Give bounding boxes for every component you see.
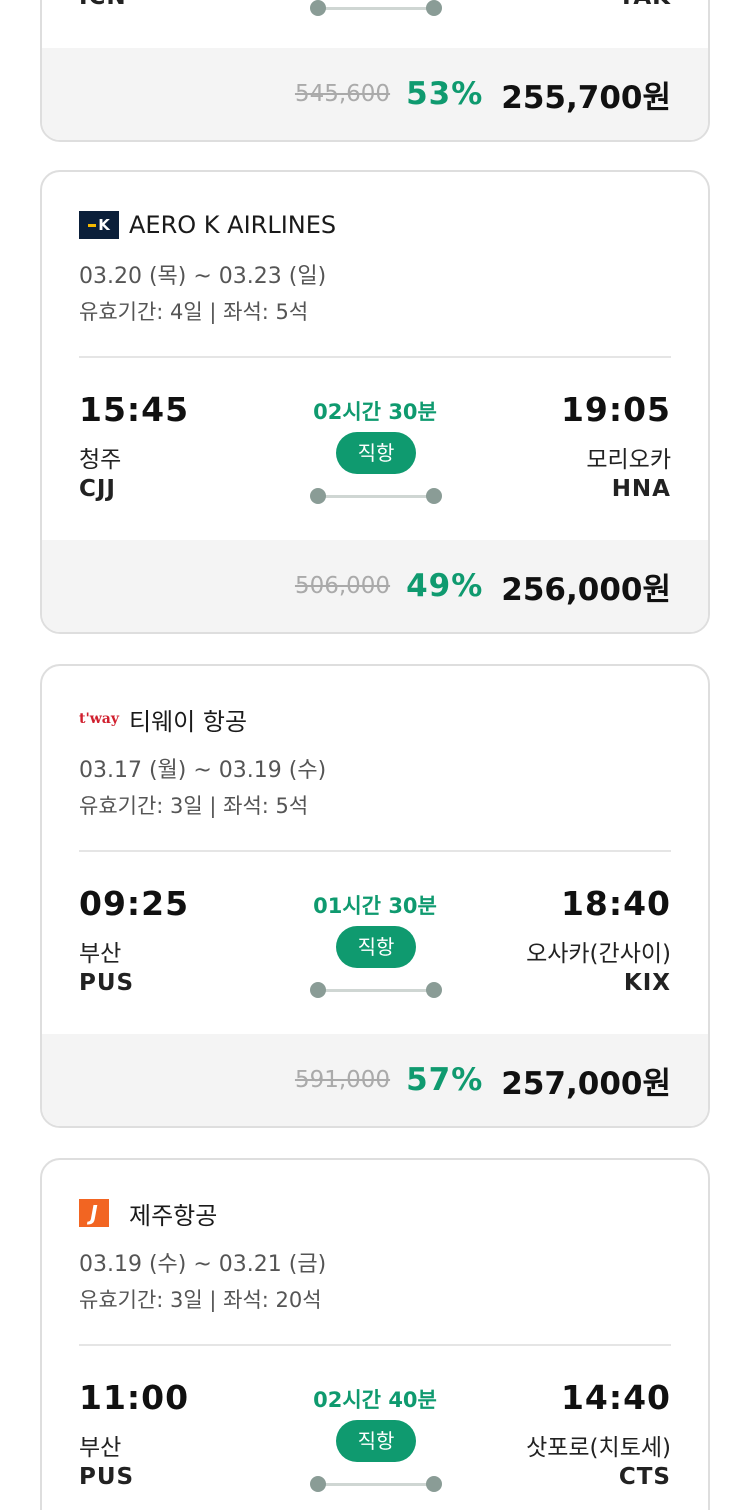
divider [79, 850, 671, 852]
validity-seats: 유효기간: 3일 | 좌석: 20석 [79, 1288, 322, 1312]
direct-badge: 직항 [336, 926, 416, 968]
travel-dates: 03.19 (수) ~ 03.21 (금) [79, 1252, 327, 1277]
departure-dot [310, 1476, 326, 1492]
arrival-city: 오사카(간사이) [526, 941, 671, 967]
arrival-time: 19:05 [560, 390, 671, 429]
arrival-dot [426, 488, 442, 504]
departure-code: CJJ [79, 476, 116, 502]
price-bar: 591,000 57% 257,000원 [42, 1034, 708, 1126]
airline-name: AERO K AIRLINES [129, 211, 337, 239]
divider [79, 356, 671, 358]
departure-dot [310, 0, 326, 16]
departure-dot [310, 488, 326, 504]
departure-city: 부산 [79, 941, 122, 967]
discount-rate: 49% [406, 568, 484, 604]
departure-code: ICN [79, 0, 127, 10]
flight-card[interactable]: J 제주항공 03.19 (수) ~ 03.21 (금) 유효기간: 3일 | … [40, 1158, 710, 1510]
discount-rate: 57% [406, 1062, 484, 1098]
departure-dot [310, 982, 326, 998]
route-line [310, 0, 442, 16]
aero-k-logo-icon: K [79, 211, 119, 239]
flight-card-partial[interactable]: ICN TAK 545,600 53% 255,700원 [40, 0, 710, 142]
airline-name: 제주항공 [129, 1201, 218, 1230]
price-bar: 545,600 53% 255,700원 [42, 48, 708, 140]
original-price: 545,600 [294, 81, 391, 107]
sale-price: 255,700원 [501, 79, 671, 116]
arrival-dot [426, 0, 442, 16]
divider [79, 1344, 671, 1346]
departure-city: 청주 [79, 447, 122, 473]
tway-logo-icon: t'way [79, 711, 120, 727]
route-line [310, 982, 442, 998]
discount-rate: 53% [406, 76, 484, 112]
flight-card[interactable]: K AERO K AIRLINES 03.20 (목) ~ 03.23 (일) … [40, 170, 710, 634]
arrival-time: 14:40 [560, 1378, 671, 1417]
sale-price: 256,000원 [501, 571, 671, 608]
flight-card[interactable]: t'way 티웨이 항공 03.17 (월) ~ 03.19 (수) 유효기간:… [40, 664, 710, 1128]
travel-dates: 03.17 (월) ~ 03.19 (수) [79, 758, 327, 783]
arrival-dot [426, 1476, 442, 1492]
travel-dates: 03.20 (목) ~ 03.23 (일) [79, 264, 327, 289]
arrival-dot [426, 982, 442, 998]
jeju-air-logo-icon: J [79, 1199, 109, 1227]
arrival-time: 18:40 [560, 884, 671, 923]
arrival-code: KIX [623, 970, 671, 996]
validity-seats: 유효기간: 4일 | 좌석: 5석 [79, 300, 309, 324]
original-price: 506,000 [294, 573, 391, 599]
sale-price: 257,000원 [501, 1065, 671, 1102]
arrival-code: TAK [618, 0, 671, 10]
departure-code: PUS [79, 970, 135, 996]
direct-badge: 직항 [336, 1420, 416, 1462]
arrival-city: 모리오카 [586, 447, 671, 473]
arrival-city: 삿포로(치토세) [526, 1435, 671, 1461]
route-line [310, 1476, 442, 1492]
departure-code: PUS [79, 1464, 135, 1490]
airline-name: 티웨이 항공 [129, 707, 248, 736]
original-price: 591,000 [294, 1067, 391, 1093]
price-bar: 506,000 49% 256,000원 [42, 540, 708, 632]
arrival-code: CTS [618, 1464, 671, 1490]
departure-city: 부산 [79, 1435, 122, 1461]
validity-seats: 유효기간: 3일 | 좌석: 5석 [79, 794, 309, 818]
direct-badge: 직항 [336, 432, 416, 474]
arrival-code: HNA [611, 476, 671, 502]
route-line [310, 488, 442, 504]
